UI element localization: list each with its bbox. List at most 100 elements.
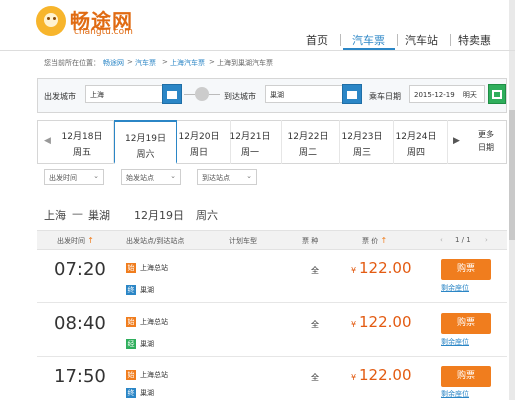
date-tab-date: 12月24日 [395,132,437,142]
nav-divider [397,34,398,46]
more-dates-button[interactable]: 更多 日期 [472,128,500,154]
bus-picker-icon[interactable] [162,84,182,104]
remaining-seats-link[interactable]: 剩余座位 [441,389,469,399]
more-dates-label: 更多 [478,130,494,139]
nav-divider [340,34,341,46]
origin-tag: 始 [126,263,136,273]
route-connector [184,94,195,95]
date-tab[interactable]: 12月18日 周五 [51,120,114,164]
swap-cities-icon[interactable] [195,87,209,101]
col-stations: 出发站点/到达站点 [126,237,185,245]
date-tab-date: 12月23日 [341,132,383,142]
row-divider [37,302,507,303]
origin-station-filter[interactable]: 始发站点 ⌄ [121,169,181,185]
breadcrumb-separator: > [127,58,133,66]
pager-status: 1 / 1 [455,236,471,244]
pager-next-icon[interactable]: › [485,236,488,244]
origin-station[interactable]: 始上海总站 [126,317,168,327]
origin-tag: 始 [126,370,136,380]
ticket-price: 122.00 [359,259,412,277]
date-tab-weekday: 周二 [298,148,317,158]
chevron-right-icon[interactable]: ▶ [453,136,460,146]
nav-bus-stations[interactable]: 汽车站 [405,32,438,48]
nav-home[interactable]: 首页 [306,32,328,48]
buy-ticket-button[interactable]: 购票 [441,366,491,387]
chevron-down-icon: ⌄ [170,172,176,180]
date-tab[interactable]: 12月24日 周四 [385,120,448,164]
origin-name: 上海总站 [140,264,168,272]
price-currency: ¥ [351,266,357,275]
destination-name: 巢湖 [140,389,154,397]
breadcrumb-bus-tickets[interactable]: 汽车票 [135,58,156,68]
destination-station[interactable]: 终巢湖 [126,388,154,398]
breadcrumb-current: 上海到巢湖汽车票 [217,59,273,67]
ticket-price: 122.00 [359,313,412,331]
destination-tag: 经 [126,339,136,349]
origin-name: 上海总站 [140,318,168,326]
filter-label: 到达站点 [202,174,230,182]
destination-tag: 终 [126,285,136,295]
origin-station[interactable]: 始上海总站 [126,370,168,380]
ticket-price: 122.00 [359,366,412,384]
remaining-seats-link[interactable]: 剩余座位 [441,337,469,347]
travel-date-note: 明天 [462,91,477,99]
price-currency: ¥ [351,320,357,329]
results-table-header [37,230,507,250]
more-dates-label: 日期 [478,143,494,152]
date-tab-weekday: 周五 [72,148,91,158]
ticket-type: 全 [311,373,319,382]
date-tab-weekday: 周四 [406,148,425,158]
departure-time-filter[interactable]: 出发时间 ⌄ [44,169,104,185]
buy-ticket-button[interactable]: 购票 [441,259,491,280]
calendar-search-icon[interactable] [488,84,506,104]
date-tab-date: 12月18日 [61,132,103,142]
scrollbar-thumb[interactable] [509,110,515,240]
ticket-type: 全 [311,320,319,329]
filter-label: 始发站点 [126,174,154,182]
breadcrumb-home[interactable]: 畅途网 [103,58,124,68]
breadcrumb-prefix: 您当前所在位置： [44,59,100,67]
destination-tag: 终 [126,388,136,398]
travel-date-input[interactable]: 2015-12-19 明天 [409,85,485,103]
col-bus-type: 计划车型 [229,237,257,245]
arrival-station-filter[interactable]: 到达站点 ⌄ [197,169,257,185]
col-label: 票 价 [362,237,379,245]
destination-station[interactable]: 终巢湖 [126,285,154,295]
col-departure-time[interactable]: 出发时间 ↑ [57,236,94,246]
origin-name: 上海总站 [140,371,168,379]
chevron-down-icon: ⌄ [246,172,252,180]
destination-name: 巢湖 [140,286,154,294]
chevron-left-icon[interactable]: ◀ [44,136,51,146]
route-date: 12月19日 [134,209,184,222]
breadcrumb-separator: > [162,58,168,66]
logo-face [44,13,58,27]
from-city-label: 出发城市 [44,92,76,101]
remaining-seats-link[interactable]: 剩余座位 [441,283,469,293]
nav-special-deals[interactable]: 特卖惠 [458,32,491,48]
date-tab[interactable]: 12月21日 周一 [219,120,282,164]
date-tab-weekday: 周六 [136,150,155,160]
col-label: 出发时间 [57,237,85,245]
destination-name: 巢湖 [140,340,154,348]
col-price[interactable]: 票 价 ↑ [362,236,387,246]
price-currency: ¥ [351,373,357,382]
route-from: 上海 [44,209,66,222]
sort-arrow-icon: ↑ [87,236,94,245]
route-dash: — [72,207,83,220]
pager-prev-icon[interactable]: ‹ [440,236,443,244]
date-tab-weekday: 周一 [240,148,259,158]
header-divider [0,50,515,51]
date-tab-date: 12月21日 [229,132,271,142]
origin-station[interactable]: 始上海总站 [126,263,168,273]
from-city-input[interactable]: 上海 [85,85,163,103]
nav-divider [450,34,451,46]
to-city-input[interactable]: 巢湖 [265,85,343,103]
travel-date-label: 乘车日期 [369,92,401,101]
breadcrumb-shanghai-tickets[interactable]: 上海汽车票 [170,58,205,68]
nav-bus-tickets[interactable]: 汽车票 [352,32,385,48]
buy-ticket-button[interactable]: 购票 [441,313,491,334]
to-city-label: 到达城市 [224,92,256,101]
bus-picker-icon[interactable] [342,84,362,104]
date-tab-date: 12月22日 [287,132,329,142]
destination-station[interactable]: 经巢湖 [126,339,154,349]
